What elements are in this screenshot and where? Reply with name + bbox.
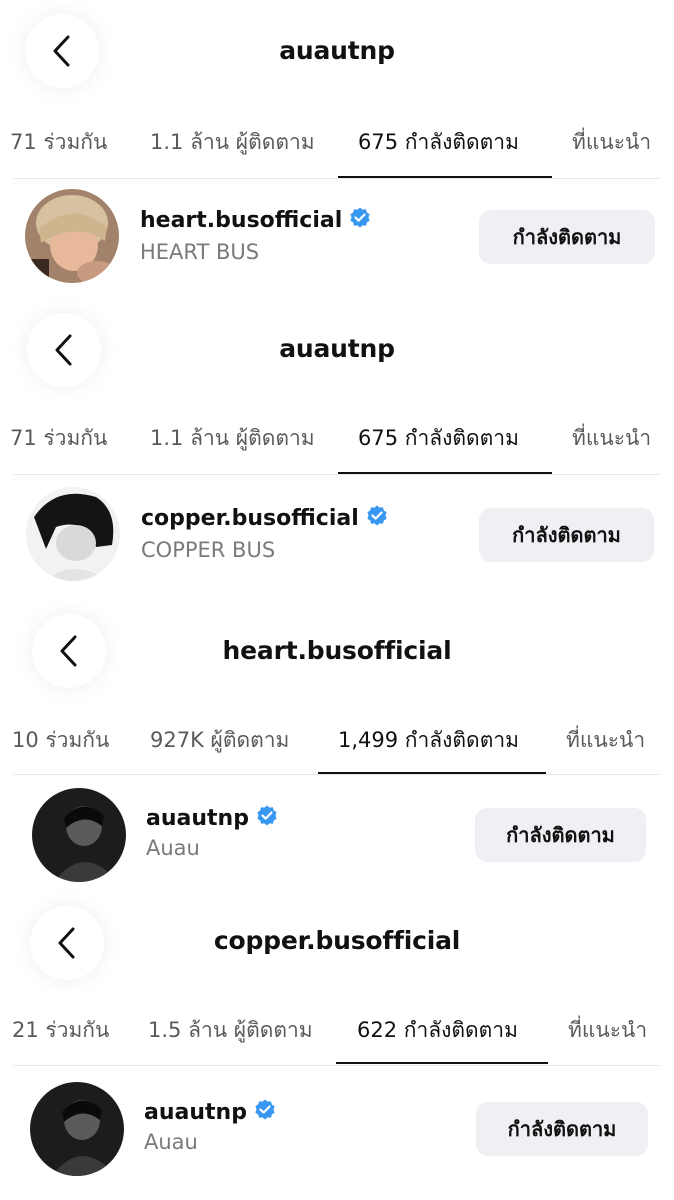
tab-following[interactable]: 1,499 กำลังติดตาม [338, 718, 519, 762]
following-button[interactable]: กำลังติดตาม [475, 808, 646, 862]
username-text[interactable]: heart.busofficial [140, 208, 342, 233]
tab-suggested[interactable]: ที่แนะนำ [572, 120, 651, 164]
username[interactable]: heart.busofficial [140, 206, 372, 233]
following-screen-2: auautnp 71 ร่วมกัน 1.1 ล้าน ผู้ติดตาม 67… [0, 298, 674, 598]
following-button[interactable]: กำลังติดตาม [476, 1102, 648, 1156]
tab-mutual[interactable]: 71 ร่วมกัน [10, 120, 107, 164]
list-item[interactable]: auautnp Auau กำลังติดตาม [0, 784, 674, 884]
tab-mutual[interactable]: 21 ร่วมกัน [12, 1008, 109, 1052]
display-name: Auau [146, 836, 200, 860]
tab-bar: 21 ร่วมกัน 1.5 ล้าน ผู้ติดตาม 622 กำลังต… [0, 1008, 674, 1064]
tab-followers[interactable]: 1.5 ล้าน ผู้ติดตาม [148, 1008, 313, 1052]
username-text[interactable]: auautnp [144, 1100, 247, 1125]
page-title: copper.busofficial [213, 926, 461, 955]
following-screen-4: copper.busofficial 21 ร่วมกัน 1.5 ล้าน ผ… [0, 896, 674, 1200]
verified-badge-icon [255, 1099, 275, 1120]
tab-followers[interactable]: 1.1 ล้าน ผู้ติดตาม [150, 416, 315, 460]
verified-badge-icon [350, 207, 370, 228]
list-item[interactable]: heart.busofficial HEART BUS กำลังติดตาม [0, 186, 674, 286]
display-name: COPPER BUS [141, 538, 276, 562]
verified-badge-icon [257, 805, 277, 826]
tab-following[interactable]: 622 กำลังติดตาม [357, 1008, 518, 1052]
tab-suggested[interactable]: ที่แนะนำ [572, 416, 651, 460]
display-name: HEART BUS [140, 240, 260, 264]
tab-suggested[interactable]: ที่แนะนำ [568, 1008, 647, 1052]
tab-divider [14, 178, 660, 179]
following-button[interactable]: กำลังติดตาม [479, 210, 655, 264]
tab-mutual[interactable]: 10 ร่วมกัน [12, 718, 109, 762]
list-item[interactable]: copper.busofficial COPPER BUS กำลังติดตา… [0, 484, 674, 584]
page-title: auautnp [279, 36, 395, 65]
page-title: heart.busofficial [222, 636, 452, 665]
tab-suggested[interactable]: ที่แนะนำ [566, 718, 645, 762]
avatar[interactable] [25, 189, 119, 283]
list-item[interactable]: auautnp Auau กำลังติดตาม [0, 1078, 674, 1178]
following-button[interactable]: กำลังติดตาม [479, 508, 654, 562]
tab-divider [14, 774, 660, 775]
username[interactable]: auautnp [144, 1098, 277, 1125]
tab-bar: 71 ร่วมกัน 1.1 ล้าน ผู้ติดตาม 675 กำลังต… [0, 416, 674, 474]
tab-following[interactable]: 675 กำลังติดตาม [358, 120, 519, 164]
tab-following[interactable]: 675 กำลังติดตาม [358, 416, 519, 460]
avatar[interactable] [30, 1082, 124, 1176]
following-screen-1: auautnp 71 ร่วมกัน 1.1 ล้าน ผู้ติดตาม 67… [0, 0, 674, 298]
username-text[interactable]: auautnp [146, 806, 249, 831]
username-text[interactable]: copper.busofficial [141, 506, 359, 531]
active-tab-indicator [336, 1062, 548, 1064]
tab-divider [14, 1065, 660, 1066]
following-screen-3: heart.busofficial 10 ร่วมกัน 927K ผู้ติด… [0, 598, 674, 896]
username[interactable]: auautnp [146, 804, 279, 831]
tab-followers[interactable]: 927K ผู้ติดตาม [150, 718, 289, 762]
tab-followers[interactable]: 1.1 ล้าน ผู้ติดตาม [150, 120, 315, 164]
verified-badge-icon [367, 505, 387, 526]
avatar[interactable] [32, 788, 126, 882]
avatar[interactable] [26, 487, 120, 581]
tab-bar: 10 ร่วมกัน 927K ผู้ติดตาม 1,499 กำลังติด… [0, 718, 674, 774]
display-name: Auau [144, 1130, 198, 1154]
username[interactable]: copper.busofficial [141, 504, 389, 531]
tab-mutual[interactable]: 71 ร่วมกัน [10, 416, 107, 460]
tab-bar: 71 ร่วมกัน 1.1 ล้าน ผู้ติดตาม 675 กำลังต… [0, 120, 674, 178]
tab-divider [14, 474, 660, 475]
page-title: auautnp [279, 334, 395, 363]
